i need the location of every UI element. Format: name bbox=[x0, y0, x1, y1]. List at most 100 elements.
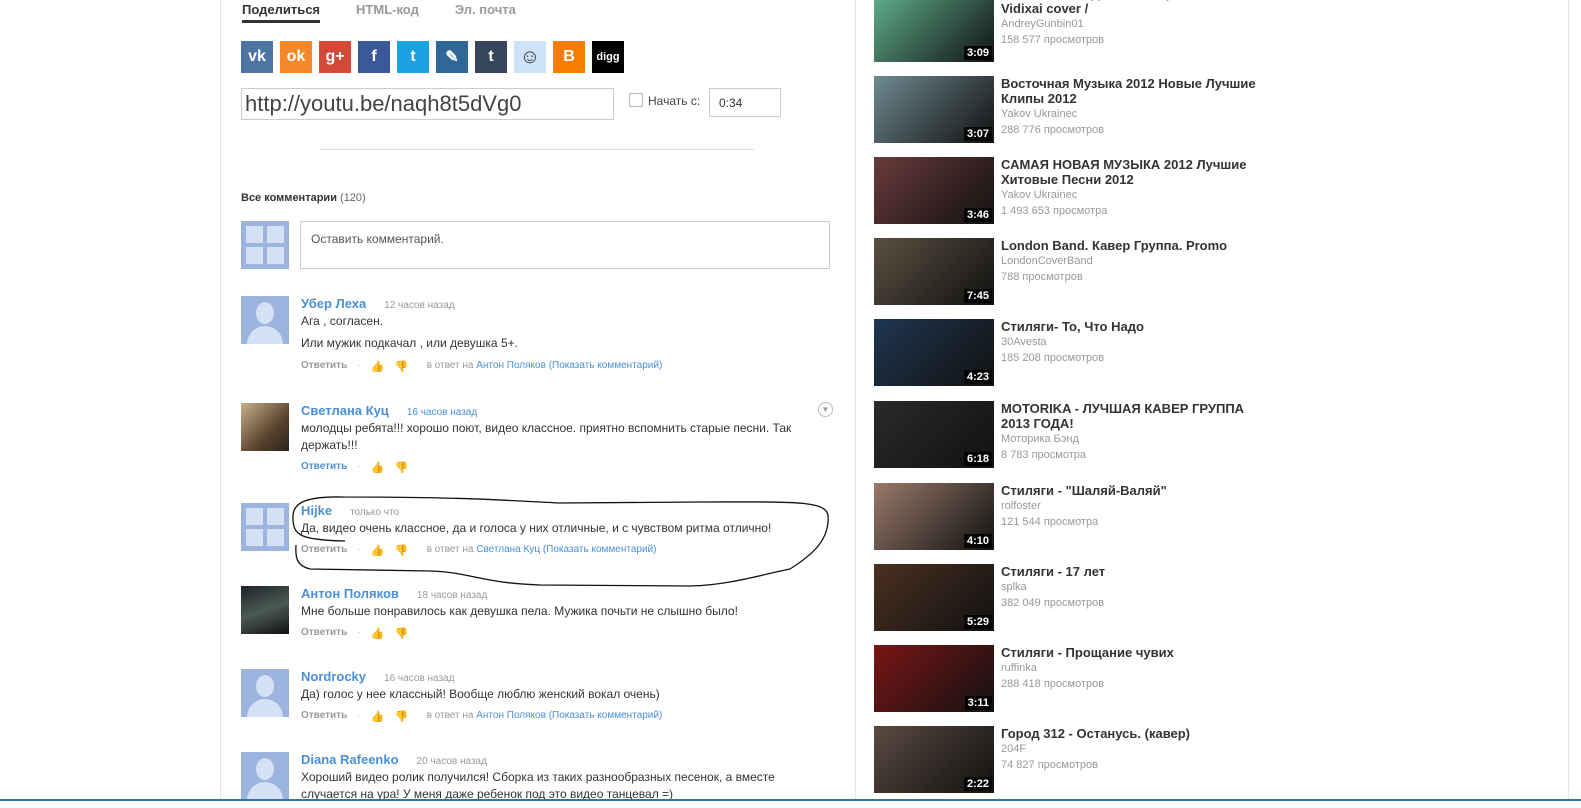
video-channel: Моторика Бэнд bbox=[1001, 433, 1080, 445]
comment-line: Да, видео очень классное, да и голоса у … bbox=[301, 521, 772, 535]
facebook-share-button[interactable]: f bbox=[358, 41, 390, 73]
social-share-buttons: vk ok g+ f t ✎ t ☺ Bdigg bbox=[241, 41, 624, 73]
comment-header: Hijke только что bbox=[301, 503, 399, 518]
comment-menu-icon[interactable]: ▼ bbox=[818, 402, 833, 417]
thumbs-down-icon[interactable]: 👎 bbox=[395, 360, 409, 373]
video-title[interactable]: Стиляги - 17 лет bbox=[1001, 564, 1261, 579]
share-url-input[interactable] bbox=[241, 88, 614, 120]
twitter-share-button[interactable]: t bbox=[397, 41, 429, 73]
reply-button[interactable]: Ответить bbox=[301, 710, 347, 721]
comment-time[interactable]: 16 часов назад bbox=[407, 407, 477, 418]
related-video-item[interactable]: 3:46 САМАЯ НОВАЯ МУЗЫКА 2012 Лучшие Хитов… bbox=[874, 157, 1274, 224]
avatar[interactable] bbox=[241, 669, 289, 717]
related-video-item[interactable]: 4:10 Стиляги - "Шаляй-Валяй" rolfoster 121 … bbox=[874, 483, 1274, 550]
thumbs-down-icon[interactable]: 👎 bbox=[395, 710, 409, 723]
video-channel: rolfoster bbox=[1001, 500, 1041, 512]
related-video-item[interactable]: 4:23 Стиляги- То, Что Надо 30Avesta 185 208… bbox=[874, 319, 1274, 386]
thumbs-up-icon[interactable]: 👍 bbox=[371, 627, 385, 640]
video-title[interactable]: САМАЯ НОВАЯ МУЗЫКА 2012 Лучшие Хитовые П… bbox=[1001, 157, 1261, 187]
video-thumbnail[interactable]: 3:46 bbox=[874, 157, 994, 224]
avatar[interactable] bbox=[241, 296, 289, 344]
reply-button[interactable]: Ответить bbox=[301, 461, 347, 472]
comment-time[interactable]: 18 часов назад bbox=[417, 590, 487, 601]
odnoklassniki-share-button[interactable]: ok bbox=[280, 41, 312, 73]
thumbs-up-icon[interactable]: 👍 bbox=[371, 544, 385, 557]
show-comment-link[interactable]: (Показать комментарий) bbox=[549, 360, 663, 371]
video-title[interactable]: Стиляги- То, Что Надо bbox=[1001, 319, 1261, 334]
thumbs-up-icon[interactable]: 👍 bbox=[371, 461, 385, 474]
thumbs-up-icon[interactable]: 👍 bbox=[371, 710, 385, 723]
show-comment-link[interactable]: (Показать комментарий) bbox=[549, 710, 663, 721]
google-plus-icon: g+ bbox=[325, 48, 345, 65]
tumblr-share-button[interactable]: t bbox=[475, 41, 507, 73]
start-time-input[interactable]: 0:34 bbox=[709, 88, 781, 117]
comment-author-link[interactable]: Nordrocky bbox=[301, 669, 366, 684]
comment-author-link[interactable]: Антон Поляков bbox=[301, 586, 399, 601]
video-thumbnail[interactable]: 7:45 bbox=[874, 238, 994, 305]
related-video-item[interactable]: 7:45 London Band. Кавер Группа. Promo Lond… bbox=[874, 238, 1274, 305]
avatar[interactable] bbox=[241, 503, 289, 551]
start-at-checkbox[interactable] bbox=[629, 93, 643, 107]
video-views: 158 577 просмотров bbox=[1001, 34, 1105, 46]
tab-email[interactable]: Эл. почта bbox=[455, 2, 516, 23]
reply-to-author-link[interactable]: Антон Поляков bbox=[476, 710, 546, 721]
comment-time[interactable]: 16 часов назад bbox=[384, 673, 454, 684]
comment-author-link[interactable]: Hijke bbox=[301, 503, 332, 518]
video-thumbnail[interactable]: 3:09 bbox=[874, 0, 994, 62]
related-video-item[interactable]: 3:07 Восточная Музыка 2012 Новые Лучшие К… bbox=[874, 76, 1274, 143]
thumbs-down-icon[interactable]: 👎 bbox=[395, 544, 409, 557]
related-video-item[interactable]: 3:11 Стиляги - Прощание чувих ruffinka 288 … bbox=[874, 645, 1274, 712]
video-title[interactable]: Восточная Музыка 2012 Новые Лучшие Клипы… bbox=[1001, 76, 1261, 106]
video-thumbnail[interactable]: 2:22 bbox=[874, 726, 994, 793]
video-thumbnail[interactable]: 3:07 bbox=[874, 76, 994, 143]
video-thumbnail[interactable]: 6:18 bbox=[874, 401, 994, 468]
related-video-item[interactable]: 5:29 Стиляги - 17 лет splka 382 049 просмот… bbox=[874, 564, 1274, 631]
video-channel: Yakov Ukrainec bbox=[1001, 189, 1078, 201]
comment-author-link[interactable]: Светлана Куц bbox=[301, 403, 389, 418]
tab-share[interactable]: Поделиться bbox=[242, 2, 321, 23]
livejournal-icon: ✎ bbox=[445, 49, 459, 66]
avatar[interactable] bbox=[241, 586, 289, 634]
comment-time[interactable]: только что bbox=[350, 507, 399, 518]
video-title[interactable]: London Band. Кавер Группа. Promo bbox=[1001, 238, 1261, 253]
thumbs-up-icon[interactable]: 👍 bbox=[371, 360, 385, 373]
video-title[interactable]: Город 312 - Останусь. (кавер) bbox=[1001, 726, 1261, 741]
reddit-share-button[interactable]: ☺ bbox=[514, 41, 546, 73]
video-title[interactable]: Стиляги - Прощание чувих bbox=[1001, 645, 1261, 660]
video-thumbnail[interactable]: 3:11 bbox=[874, 645, 994, 712]
thumbs-down-icon[interactable]: 👎 bbox=[395, 461, 409, 474]
reply-button[interactable]: Ответить bbox=[301, 627, 347, 638]
tab-embed[interactable]: HTML-код bbox=[356, 2, 419, 23]
my-avatar bbox=[241, 221, 289, 269]
comments-header: Все комментарии (120) bbox=[241, 192, 366, 204]
reply-button[interactable]: Ответить bbox=[301, 360, 347, 371]
comment-author-link[interactable]: Убер Леха bbox=[301, 296, 366, 311]
video-title[interactable]: MOTORIKA - ЛУЧШАЯ КАВЕР ГРУППА 2013 ГОДА… bbox=[1001, 401, 1261, 431]
video-title[interactable]: Noize MC - Выдыхай кавер / Noize MC - Vi… bbox=[1001, 0, 1261, 16]
related-video-item[interactable]: 3:09 Noize MC - Выдыхай кавер / Noize MC … bbox=[874, 0, 1274, 62]
reply-button[interactable]: Ответить bbox=[301, 544, 347, 555]
google-plus-share-button[interactable]: g+ bbox=[319, 41, 351, 73]
digg-share-button[interactable]: digg bbox=[592, 41, 624, 73]
video-thumbnail[interactable]: 4:23 bbox=[874, 319, 994, 386]
livejournal-share-button[interactable]: ✎ bbox=[436, 41, 468, 73]
comment-input[interactable]: Оставить комментарий. bbox=[300, 221, 830, 269]
reply-to-author-link[interactable]: Антон Поляков bbox=[476, 360, 546, 371]
comment-time[interactable]: 20 часов назад bbox=[417, 756, 487, 767]
video-thumbnail[interactable]: 4:10 bbox=[874, 483, 994, 550]
comment-author-link[interactable]: Diana Rafeenko bbox=[301, 752, 399, 767]
vk-share-button[interactable]: vk bbox=[241, 41, 273, 73]
show-comment-link[interactable]: (Показать комментарий) bbox=[543, 544, 657, 555]
in-reply-to: в ответ на Антон Поляков (Показать комме… bbox=[427, 360, 663, 371]
blogger-share-button[interactable]: B bbox=[553, 41, 585, 73]
page-right-border bbox=[1568, 0, 1569, 800]
related-video-item[interactable]: 2:22 Город 312 - Останусь. (кавер) 204F 74 … bbox=[874, 726, 1274, 793]
related-video-item[interactable]: 6:18 MOTORIKA - ЛУЧШАЯ КАВЕР ГРУППА 2013 … bbox=[874, 401, 1274, 468]
avatar[interactable] bbox=[241, 403, 289, 451]
thumbs-down-icon[interactable]: 👎 bbox=[395, 627, 409, 640]
reply-to-author-link[interactable]: Светлана Куц bbox=[476, 544, 540, 555]
comment-time[interactable]: 12 часов назад bbox=[384, 300, 454, 311]
avatar[interactable] bbox=[241, 752, 289, 800]
video-thumbnail[interactable]: 5:29 bbox=[874, 564, 994, 631]
video-title[interactable]: Стиляги - "Шаляй-Валяй" bbox=[1001, 483, 1261, 498]
